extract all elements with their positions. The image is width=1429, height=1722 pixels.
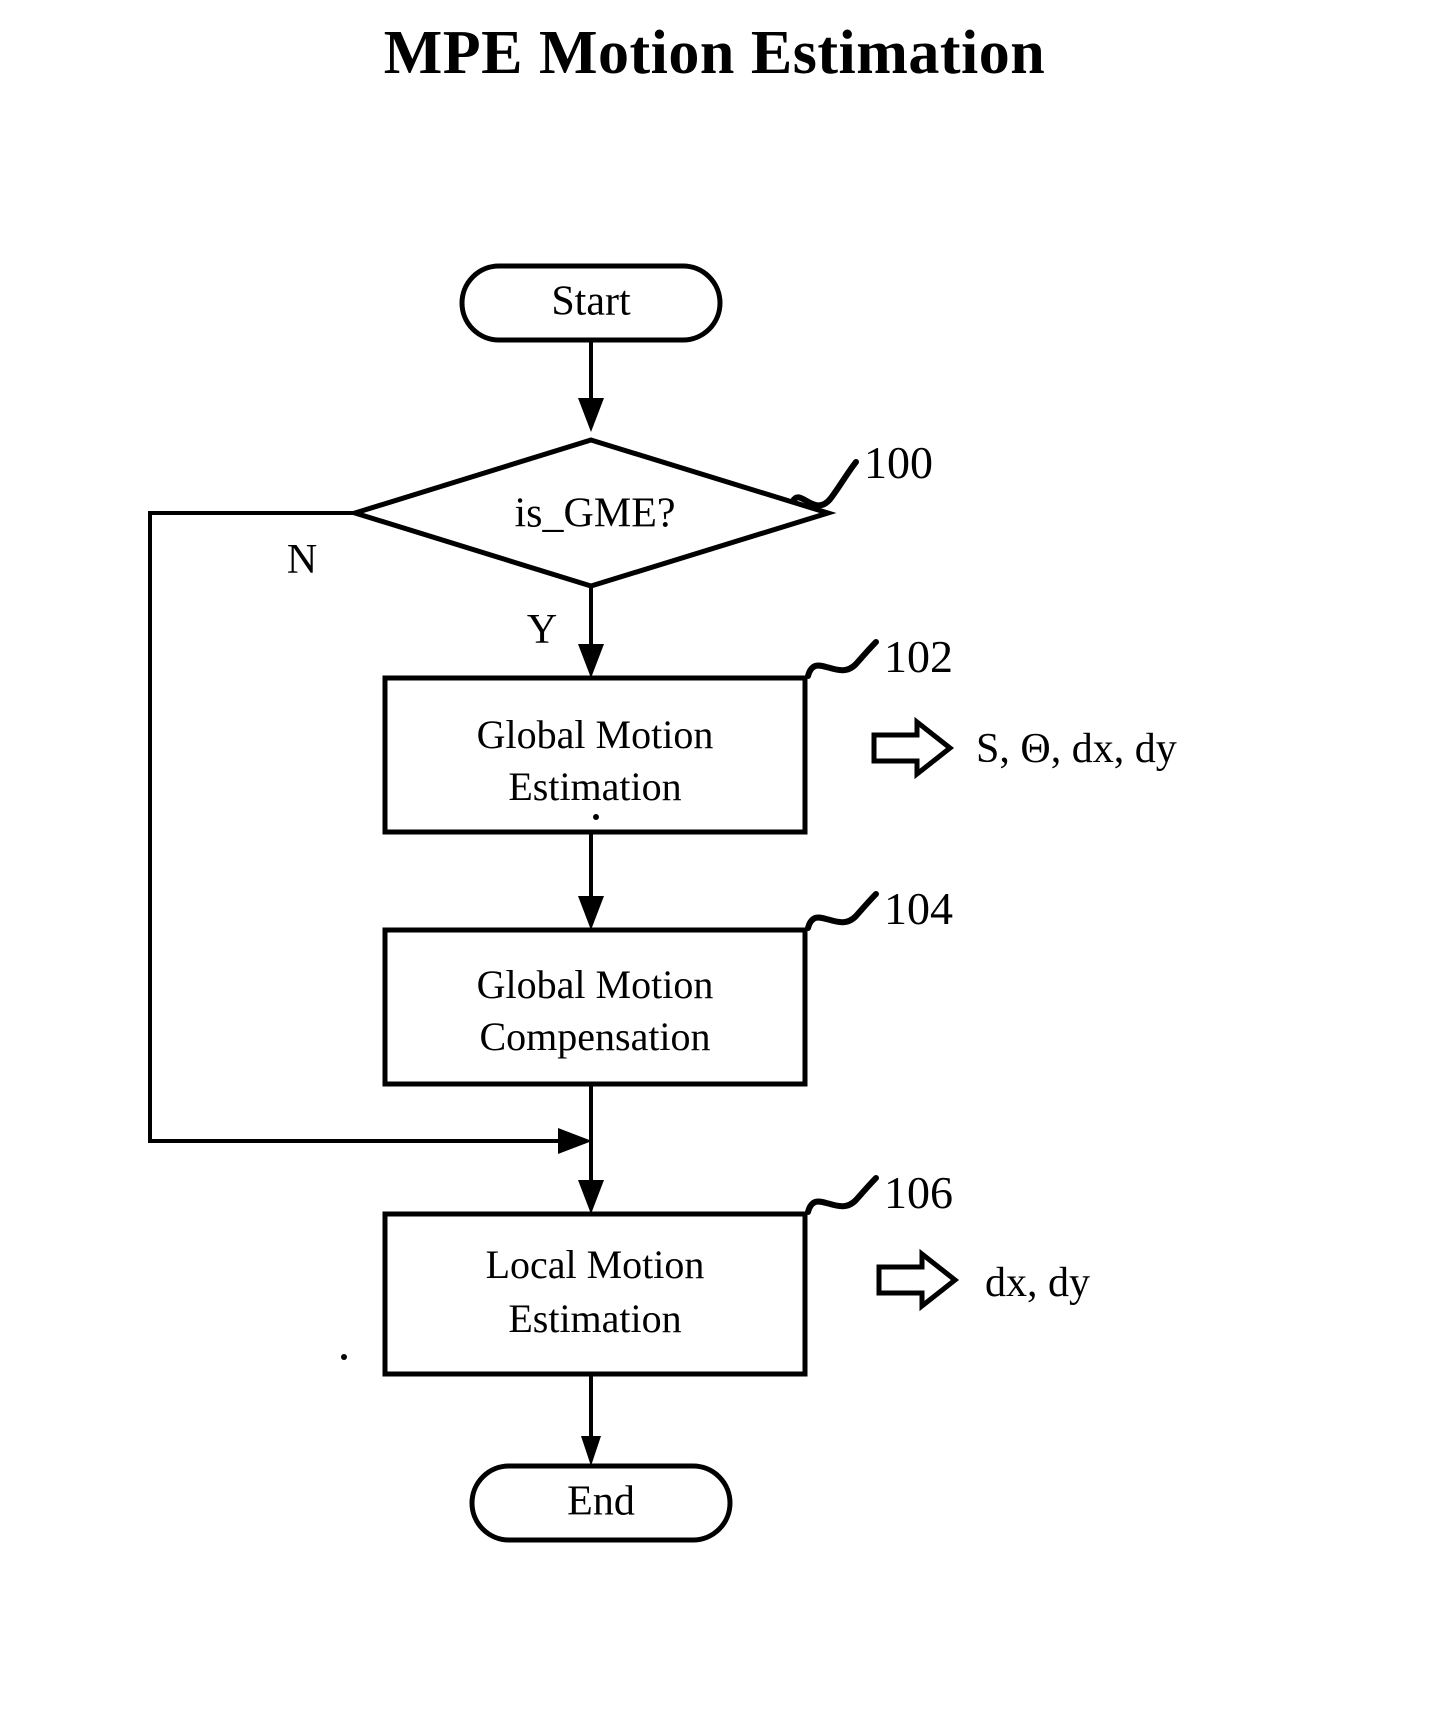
end-label: End [567, 1479, 635, 1525]
box-106-label-line2: Estimation [508, 1296, 681, 1341]
arrowhead-icon [558, 1128, 592, 1154]
box-104-label-line1: Global Motion [477, 962, 714, 1007]
box-104-label-line2: Compensation [479, 1014, 710, 1059]
box-104-shape [382, 927, 808, 1087]
scan-speck [341, 1354, 347, 1360]
arrowhead-icon [578, 398, 604, 432]
block-arrow-right-icon [876, 1248, 960, 1312]
edge-106-to-end [581, 1374, 601, 1466]
ref-number-102: 102 [884, 631, 953, 682]
ref-callout-106: 106 [805, 1167, 953, 1218]
flowchart-canvas: Start is_GME? 100 N Y Global Motion Esti… [148, 263, 1177, 1543]
edge-102-to-104 [578, 832, 604, 930]
ref-number-106: 106 [884, 1167, 953, 1218]
box-102-label-line1: Global Motion [477, 712, 714, 757]
branch-label-no: N [287, 537, 317, 583]
ref-number-100: 100 [864, 437, 933, 488]
node-global-motion-compensation: Global Motion Compensation [382, 927, 808, 1087]
output-106: dx, dy [876, 1248, 1090, 1312]
edge-104-to-106 [578, 1084, 604, 1214]
arrowhead-icon [578, 644, 604, 678]
block-arrow-right-icon [871, 716, 955, 780]
output-106-text: dx, dy [985, 1260, 1090, 1306]
box-106-shape [382, 1211, 808, 1377]
node-decision-is-gme: is_GME? [346, 437, 837, 589]
squiggle-leader-icon [790, 459, 859, 509]
output-102-text: S, Θ, dx, dy [976, 726, 1177, 772]
ref-callout-102: 102 [805, 631, 953, 682]
box-102-label-line2: Estimation [508, 764, 681, 809]
scan-speck [593, 814, 599, 820]
squiggle-leader-icon [805, 1175, 879, 1215]
diagram-page: MPE Motion Estimation Start is_GME? 100 … [0, 0, 1429, 1722]
node-local-motion-estimation: Local Motion Estimation [382, 1211, 808, 1377]
branch-label-yes: Y [527, 607, 557, 653]
node-global-motion-estimation: Global Motion Estimation [382, 675, 808, 835]
ref-callout-100: 100 [790, 437, 933, 509]
start-label: Start [551, 279, 631, 325]
ref-number-104: 104 [884, 883, 953, 934]
squiggle-leader-icon [805, 639, 879, 679]
arrowhead-icon [581, 1436, 601, 1466]
squiggle-leader-icon [805, 891, 879, 931]
decision-label: is_GME? [515, 491, 676, 537]
node-start: Start [459, 263, 723, 343]
box-106-label-line1: Local Motion [486, 1242, 705, 1287]
arrowhead-icon [578, 896, 604, 930]
edge-start-to-decision [578, 340, 604, 432]
output-102: S, Θ, dx, dy [871, 716, 1177, 780]
edge-yes-branch: Y [527, 586, 604, 678]
arrowhead-icon [578, 1180, 604, 1214]
ref-callout-104: 104 [805, 883, 953, 934]
node-end: End [469, 1463, 733, 1543]
